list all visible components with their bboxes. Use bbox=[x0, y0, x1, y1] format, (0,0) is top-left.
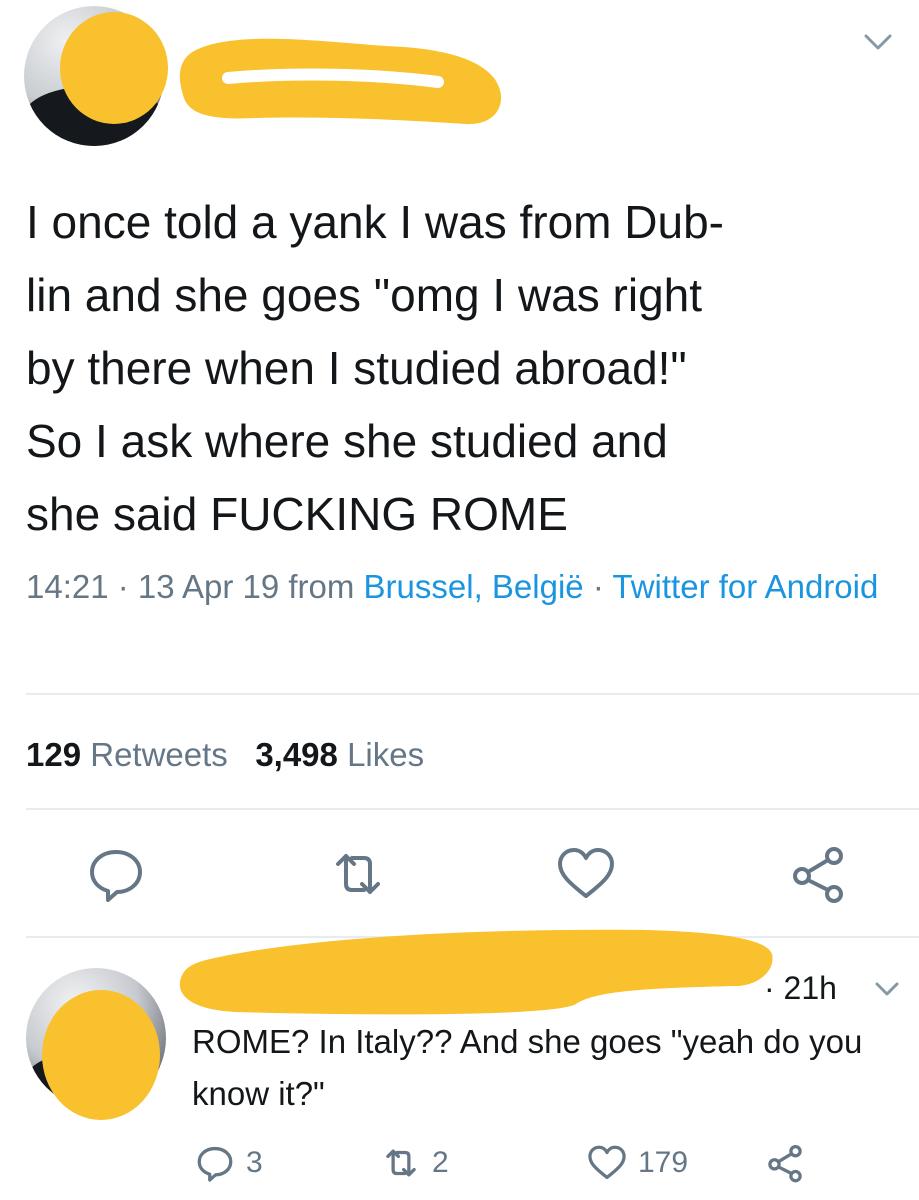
chevron-down-icon[interactable] bbox=[870, 972, 904, 1006]
from-label: from bbox=[288, 568, 355, 605]
tweet-location-link[interactable]: Brussel, België bbox=[364, 568, 584, 605]
likes-count: 3,498 bbox=[255, 736, 338, 773]
tweet-meta: 14:21 · 13 Apr 19 from Brussel, België ·… bbox=[26, 562, 906, 612]
reply-like-button[interactable]: 179 bbox=[586, 1142, 688, 1184]
retweets-stat[interactable]: 129 Retweets bbox=[26, 736, 228, 773]
tweet-client-link[interactable]: Twitter for Android bbox=[612, 568, 878, 605]
reply-reply-button[interactable]: 3 bbox=[194, 1142, 263, 1184]
reply-share-button[interactable] bbox=[764, 1142, 806, 1184]
tweet-stats: 129 Retweets 3,498 Likes bbox=[26, 730, 424, 780]
retweet-count: 2 bbox=[432, 1146, 449, 1179]
like-icon[interactable] bbox=[554, 842, 618, 906]
share-icon bbox=[768, 1144, 802, 1183]
retweet-icon bbox=[386, 1149, 416, 1177]
avatar-redaction bbox=[60, 12, 168, 124]
reply-retweet-button[interactable]: 2 bbox=[380, 1142, 449, 1184]
name-redaction bbox=[179, 929, 773, 1015]
retweets-label: Retweets bbox=[90, 736, 228, 773]
reply-time: · 21h bbox=[764, 970, 837, 1006]
chevron-down-icon[interactable] bbox=[858, 22, 898, 62]
like-icon bbox=[588, 1145, 626, 1180]
retweets-count: 129 bbox=[26, 736, 82, 773]
meta-separator: · bbox=[108, 568, 138, 605]
likes-label: Likes bbox=[347, 736, 425, 773]
retweet-icon[interactable] bbox=[326, 842, 390, 906]
likes-stat[interactable]: 3,498 Likes bbox=[255, 736, 424, 773]
tweet-date: 13 Apr 19 bbox=[137, 568, 280, 605]
reply-icon bbox=[197, 1146, 233, 1182]
avatar-redaction bbox=[42, 990, 160, 1120]
divider bbox=[26, 693, 919, 695]
meta-separator: · bbox=[583, 568, 613, 605]
tweet-time: 14:21 bbox=[26, 568, 109, 605]
divider bbox=[26, 808, 919, 810]
reply-icon[interactable] bbox=[84, 842, 148, 906]
tweet-text: I once told a yank I was from Dub- lin a… bbox=[26, 196, 724, 540]
like-count: 179 bbox=[638, 1146, 689, 1179]
reply-text: ROME? In Italy?? And she goes "yeah do y… bbox=[192, 1023, 863, 1112]
reply-count: 3 bbox=[246, 1146, 263, 1179]
name-redaction bbox=[179, 38, 502, 125]
share-icon[interactable] bbox=[786, 842, 850, 906]
